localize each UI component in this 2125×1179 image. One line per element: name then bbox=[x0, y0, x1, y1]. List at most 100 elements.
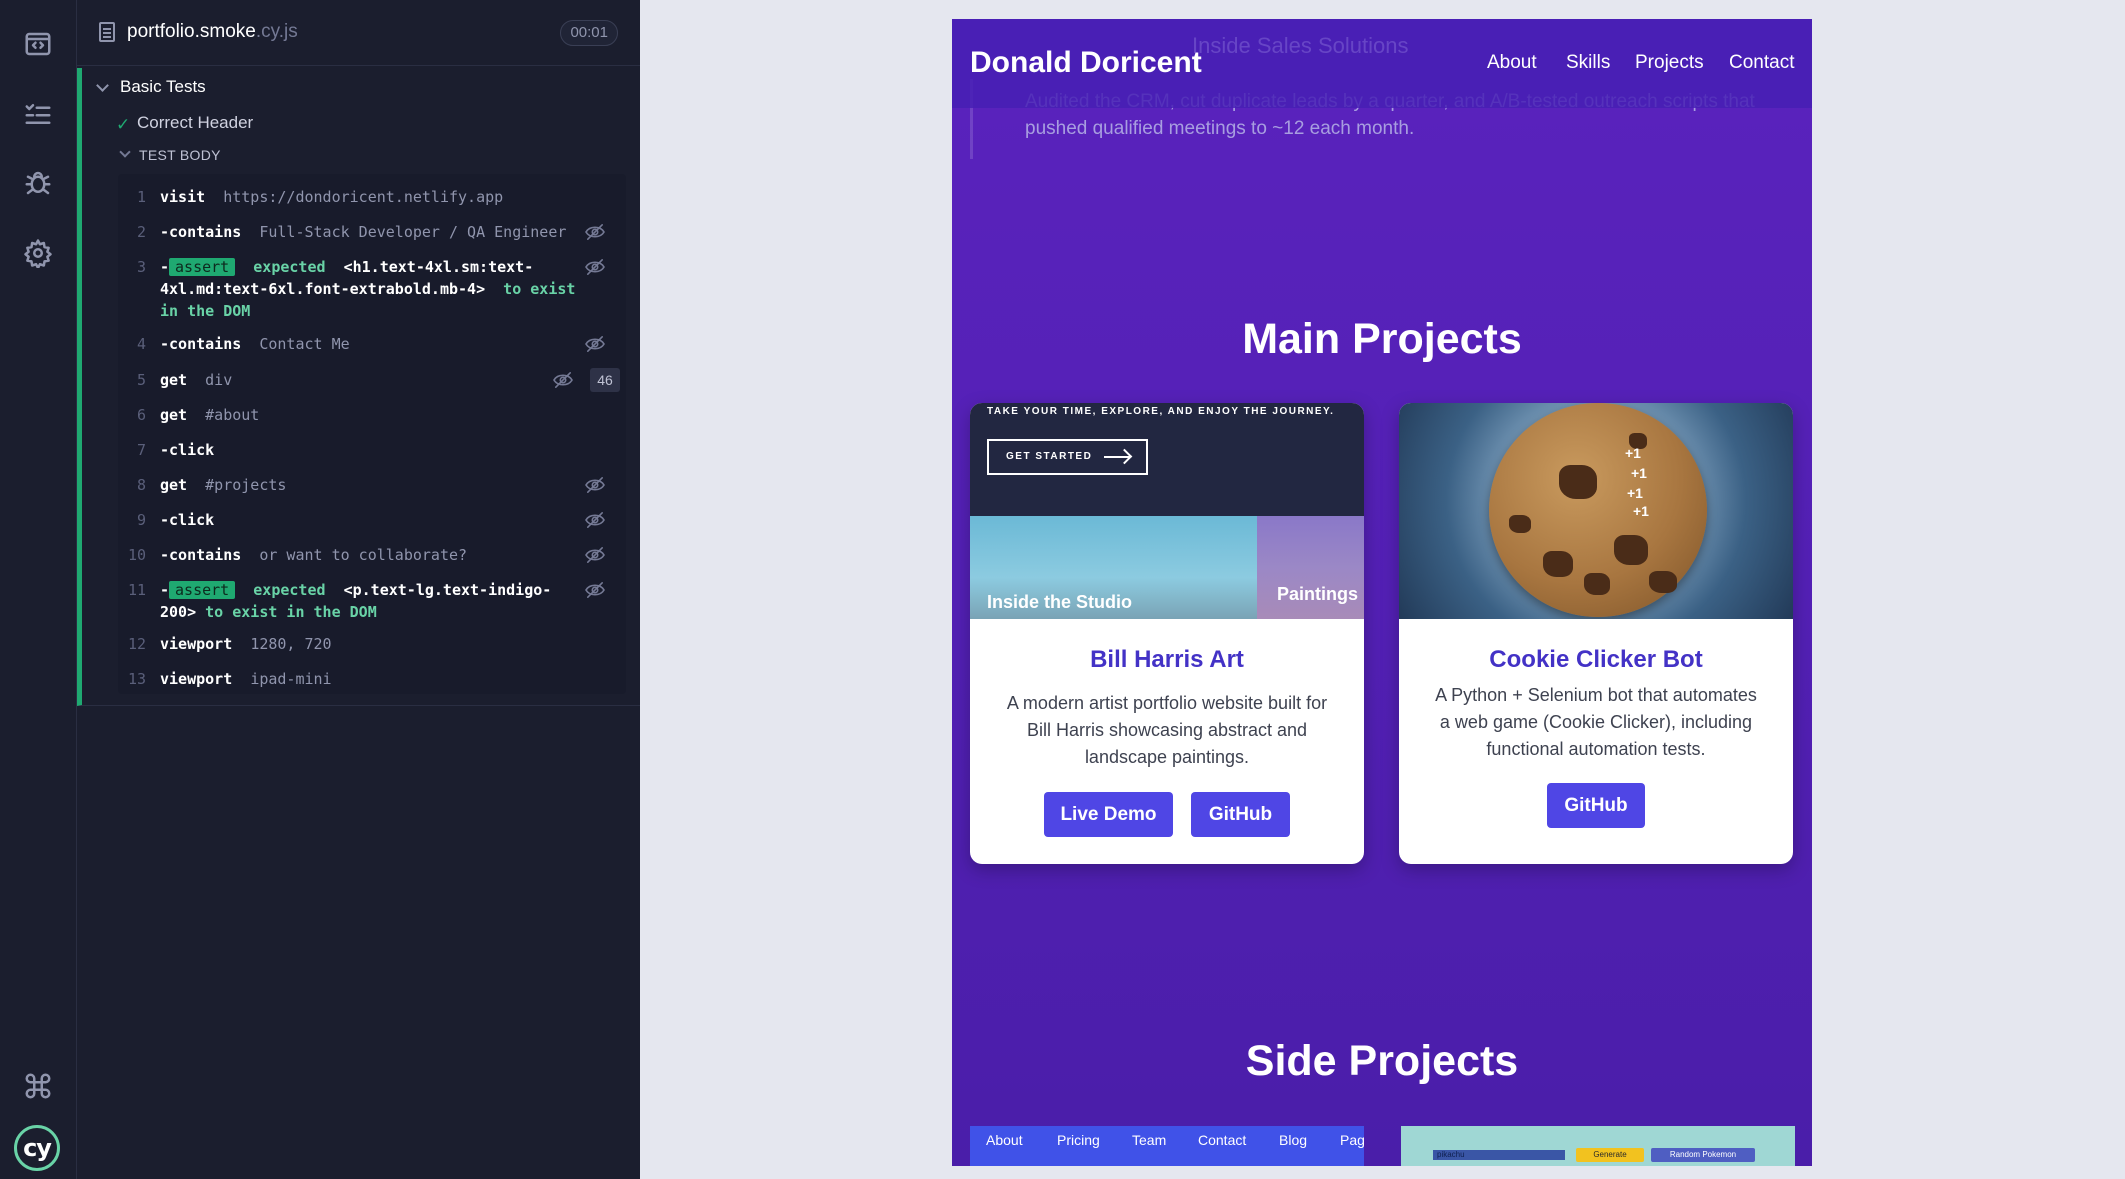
file-icon bbox=[99, 22, 115, 42]
command-number: 13 bbox=[127, 670, 146, 688]
duration-badge: 00:01 bbox=[560, 20, 618, 46]
command-number: 1 bbox=[136, 188, 146, 206]
preview-nav-link: Blog bbox=[1279, 1132, 1308, 1148]
settings-icon[interactable] bbox=[19, 234, 57, 272]
chevron-down-icon[interactable] bbox=[119, 146, 131, 158]
chocolate-chip bbox=[1649, 571, 1677, 593]
plus-one-label: +1 bbox=[1633, 503, 1649, 519]
command-number: 12 bbox=[127, 635, 146, 653]
command-name: viewport bbox=[160, 635, 233, 653]
eye-slash-icon[interactable] bbox=[552, 371, 574, 389]
eye-slash-icon[interactable] bbox=[584, 335, 606, 353]
command-name: get bbox=[160, 406, 188, 424]
side-projects-heading: Side Projects bbox=[1245, 1037, 1519, 1085]
spec-header: portfolio.smoke.cy.js 00:01 bbox=[77, 0, 640, 66]
command-number: 10 bbox=[127, 546, 146, 564]
project-title: Bill Harris Art bbox=[1090, 646, 1244, 673]
eye-slash-icon[interactable] bbox=[584, 258, 606, 276]
paintings-label: Paintings bbox=[1276, 584, 1358, 604]
main-projects-heading: Main Projects bbox=[1242, 315, 1522, 363]
icon-rail: cy bbox=[0, 0, 77, 1179]
eye-slash-icon[interactable] bbox=[584, 546, 606, 564]
site-brand[interactable]: Donald Doricent bbox=[970, 46, 1202, 80]
github-button[interactable]: GitHub bbox=[1547, 783, 1645, 828]
nav-link-contact[interactable]: Contact bbox=[1729, 52, 1794, 74]
command-arg: https://dondoricent.netlify.app bbox=[223, 188, 504, 206]
test-title[interactable]: Correct Header bbox=[137, 113, 253, 133]
command-name: -click bbox=[160, 441, 215, 459]
command-number: 11 bbox=[127, 581, 146, 599]
command-number: 5 bbox=[136, 371, 146, 389]
command-number: 4 bbox=[136, 335, 146, 353]
project-description: A Python + Selenium bot that automates a… bbox=[1435, 685, 1757, 759]
eye-slash-icon[interactable] bbox=[584, 581, 606, 599]
command-number: 2 bbox=[136, 223, 146, 241]
command-number: 7 bbox=[136, 441, 146, 459]
preview-nav-link: Contact bbox=[1198, 1132, 1247, 1148]
arrow-right-icon bbox=[1104, 456, 1130, 458]
github-button[interactable]: GitHub bbox=[1191, 792, 1290, 837]
project-description: A modern artist portfolio website built … bbox=[1006, 693, 1328, 767]
keyboard-shortcuts-icon[interactable] bbox=[19, 1067, 57, 1105]
hero-banner: TAKE YOUR TIME, EXPLORE, AND ENJOY THE J… bbox=[970, 403, 1364, 516]
preview-nav-link: About bbox=[986, 1132, 1023, 1148]
spec-extension: .cy.js bbox=[255, 21, 298, 42]
command-arg: #about bbox=[205, 406, 260, 424]
assert-badge: assert bbox=[169, 258, 236, 276]
plus-one-label: +1 bbox=[1625, 445, 1641, 461]
spec-name-text: portfolio.smoke bbox=[127, 21, 256, 42]
paintings-tile: Paintings bbox=[1257, 516, 1364, 619]
test-body-label[interactable]: TEST BODY bbox=[139, 147, 221, 163]
spec-filename: portfolio.smoke.cy.js bbox=[127, 21, 298, 43]
project-screenshot: TAKE YOUR TIME, EXPLORE, AND ENJOY THE J… bbox=[970, 403, 1364, 619]
studio-label: Inside the Studio bbox=[987, 592, 1133, 612]
scrolled-heading: Inside Sales Solutions bbox=[1192, 33, 1409, 58]
suite-title[interactable]: Basic Tests bbox=[120, 77, 206, 97]
eye-slash-icon[interactable] bbox=[584, 511, 606, 529]
plus-one-label: +1 bbox=[1627, 485, 1643, 501]
command-name: -click bbox=[160, 511, 215, 529]
project-screenshot: +1 +1 +1 +1 bbox=[1399, 403, 1793, 619]
preview-random-button: Random Pokemon bbox=[1651, 1148, 1755, 1162]
suite-block: Basic Tests ✓ Correct Header TEST BODY 1… bbox=[77, 68, 640, 706]
chocolate-chip bbox=[1614, 535, 1648, 565]
get-started-button: GET STARTED bbox=[987, 439, 1148, 475]
command-number: 8 bbox=[136, 476, 146, 494]
chocolate-chip bbox=[1584, 573, 1610, 595]
command-name: visit bbox=[160, 188, 206, 206]
project-card-bill-harris: TAKE YOUR TIME, EXPLORE, AND ENJOY THE J… bbox=[970, 403, 1364, 864]
command-name: -contains bbox=[160, 546, 242, 564]
debug-icon[interactable] bbox=[19, 164, 57, 202]
nav-link-about[interactable]: About bbox=[1487, 52, 1537, 74]
assert-expected: expected bbox=[253, 258, 326, 276]
command-prefix: - bbox=[160, 258, 170, 276]
command-log-panel: portfolio.smoke.cy.js 00:01 Basic Tests … bbox=[77, 0, 640, 1179]
eye-slash-icon[interactable] bbox=[584, 223, 606, 241]
runs-icon[interactable] bbox=[19, 95, 57, 133]
assert-condition: to exist in the DOM bbox=[205, 603, 377, 621]
cookie-image: +1 +1 +1 +1 bbox=[1489, 403, 1707, 617]
command-name: get bbox=[160, 476, 188, 494]
command-name: -contains bbox=[160, 335, 242, 353]
command-list: 1 visit https://dondoricent.netlify.app … bbox=[118, 174, 626, 694]
command-number: 6 bbox=[136, 406, 146, 424]
command-name: get bbox=[160, 371, 188, 389]
chocolate-chip bbox=[1559, 465, 1597, 499]
command-name: -contains bbox=[160, 223, 242, 241]
preview-nav-link: Team bbox=[1132, 1132, 1167, 1148]
chevron-down-icon[interactable] bbox=[96, 79, 109, 92]
command-arg: Contact Me bbox=[259, 335, 350, 353]
live-demo-button[interactable]: Live Demo bbox=[1044, 792, 1173, 837]
pass-check-icon: ✓ bbox=[116, 115, 131, 135]
command-prefix: - bbox=[160, 581, 170, 599]
app-preview: Audited the CRM, cut duplicate leads by … bbox=[952, 19, 1812, 1166]
chocolate-chip bbox=[1543, 551, 1573, 577]
nav-link-projects[interactable]: Projects bbox=[1635, 52, 1704, 74]
cypress-logo[interactable]: cy bbox=[14, 1125, 60, 1171]
specs-icon[interactable] bbox=[19, 25, 57, 63]
command-arg: Full-Stack Developer / QA Engineer bbox=[259, 223, 567, 241]
eye-slash-icon[interactable] bbox=[584, 476, 606, 494]
site-navbar: Inside Sales Solutions Donald Doricent A… bbox=[952, 19, 1812, 108]
side-project-preview-right: pikachu Generate Random Pokemon bbox=[1401, 1126, 1795, 1166]
nav-link-skills[interactable]: Skills bbox=[1566, 52, 1610, 74]
